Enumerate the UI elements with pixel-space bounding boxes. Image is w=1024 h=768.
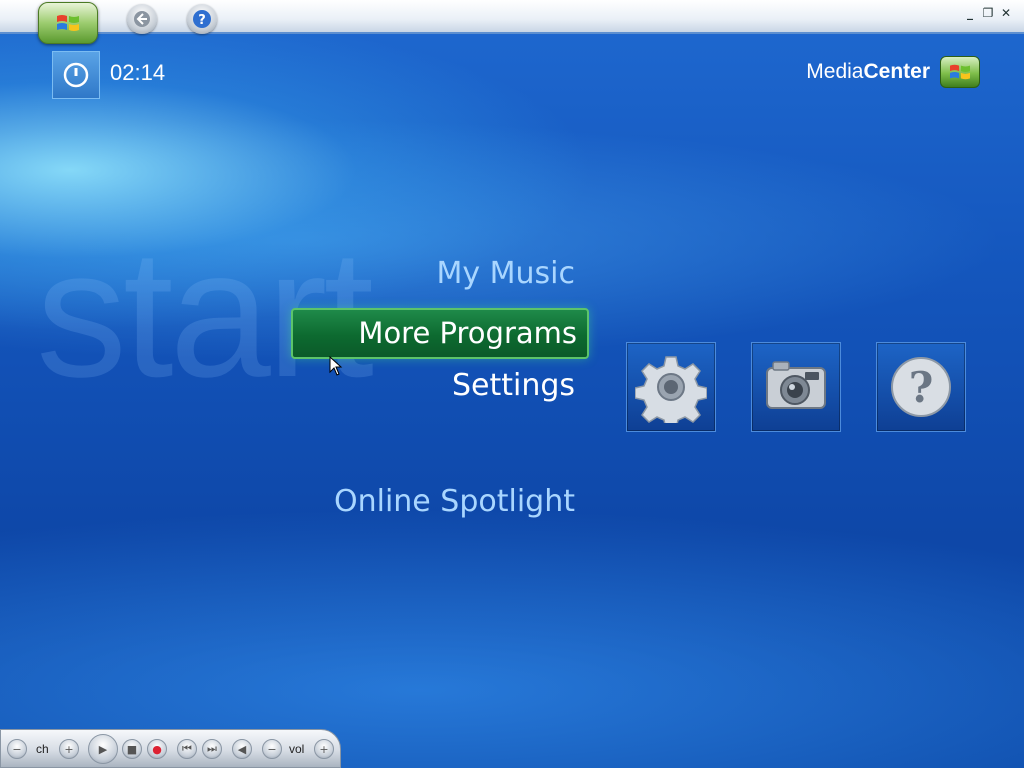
menu-item-label: More Programs [358, 316, 577, 350]
logo-text: MediaCenter [806, 60, 930, 83]
stop-button[interactable]: ■ [122, 739, 142, 759]
pictures-tile[interactable] [751, 342, 841, 432]
play-icon: ▶ [98, 742, 108, 756]
media-center-logo: MediaCenter [806, 56, 980, 88]
speaker-icon: ◀ [237, 742, 247, 756]
start-button[interactable] [38, 2, 98, 44]
mute-button[interactable]: ◀ [232, 739, 252, 759]
channel-down-button[interactable]: − [7, 739, 27, 759]
menu-item-settings[interactable]: Settings [452, 368, 575, 403]
camera-icon [766, 361, 826, 409]
help-icon: ? [193, 10, 211, 28]
help-tile[interactable]: ? [876, 342, 966, 432]
minimize-icon[interactable]: _ [964, 6, 976, 20]
transport-controls: − ch + ▶ ■ ● ⏮ ⏭ ◀ − vol + [0, 729, 341, 768]
minus-icon: − [267, 742, 277, 756]
mouse-cursor-icon [329, 356, 343, 376]
play-button[interactable]: ▶ [88, 734, 118, 764]
windows-flag-icon [940, 56, 980, 88]
channel-up-button[interactable]: + [59, 739, 79, 759]
restore-icon[interactable]: ❐ [982, 6, 994, 20]
question-mark-icon: ? [891, 357, 951, 417]
record-button[interactable]: ● [147, 739, 167, 759]
windows-flag-icon [57, 15, 79, 31]
skip-back-icon: ⏮ [182, 742, 192, 755]
settings-tile[interactable] [626, 342, 716, 432]
power-icon [63, 62, 89, 88]
channel-label: ch [36, 742, 49, 756]
back-arrow-icon [134, 11, 150, 27]
close-icon[interactable]: ✕ [1000, 6, 1012, 20]
next-button[interactable]: ⏭ [202, 739, 222, 759]
plus-icon: + [319, 742, 329, 756]
gear-icon [635, 356, 707, 423]
stop-icon: ■ [126, 742, 138, 756]
record-icon: ● [152, 742, 162, 756]
clock: 02:14 [110, 60, 166, 85]
skip-forward-icon: ⏭ [207, 742, 217, 755]
minus-icon: − [12, 742, 22, 756]
back-button[interactable] [127, 4, 157, 34]
previous-button[interactable]: ⏮ [177, 739, 197, 759]
volume-up-button[interactable]: + [314, 739, 334, 759]
menu-item-my-music[interactable]: My Music [436, 256, 575, 291]
svg-text:?: ? [909, 363, 934, 412]
menu-item-online-spotlight[interactable]: Online Spotlight [334, 484, 575, 519]
svg-text:?: ? [198, 13, 206, 28]
menu-item-more-programs[interactable]: More Programs [291, 308, 589, 359]
plus-icon: + [64, 742, 74, 756]
volume-label: vol [289, 742, 305, 756]
help-button[interactable]: ? [187, 4, 217, 34]
volume-down-button[interactable]: − [262, 739, 282, 759]
window-controls: _ ❐ ✕ [964, 6, 1012, 20]
power-button[interactable] [52, 51, 100, 99]
